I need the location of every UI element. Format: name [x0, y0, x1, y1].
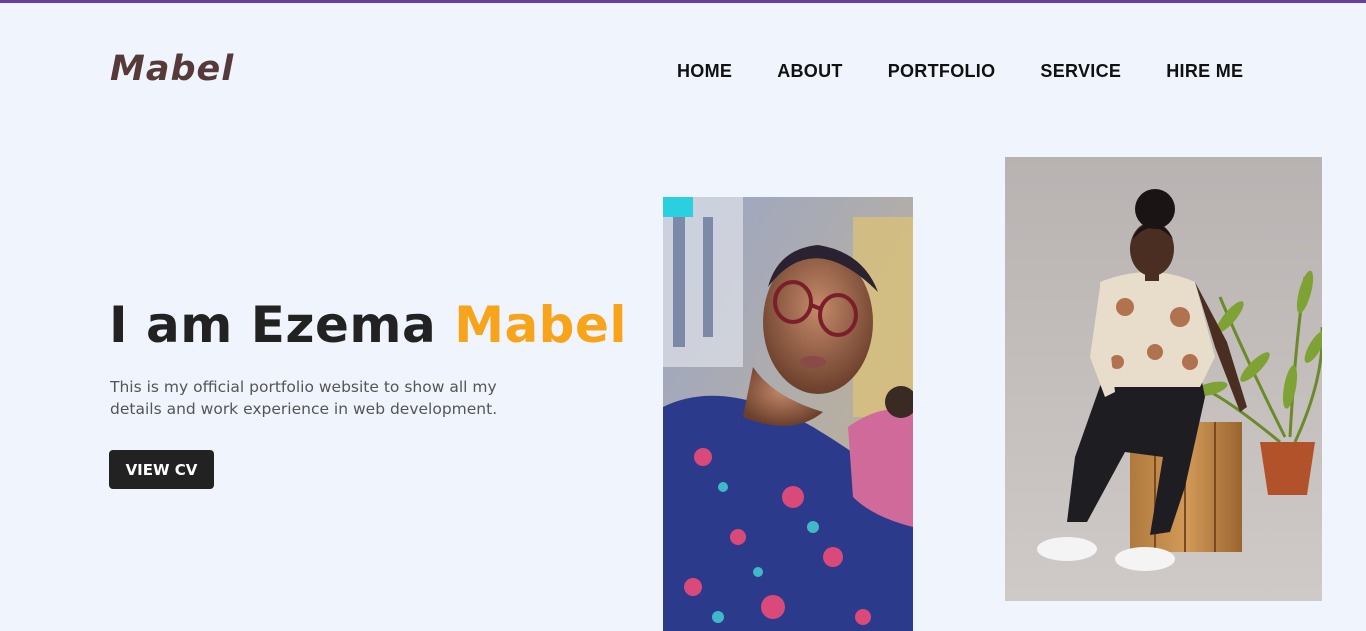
hero-description: This is my official portfolio website to…	[110, 378, 498, 418]
selfie-photo-illustration	[663, 197, 913, 631]
hero-title-prefix: I am Ezema	[109, 296, 455, 354]
nav-home[interactable]: HOME	[677, 61, 732, 82]
nav-service[interactable]: SERVICE	[1040, 61, 1121, 82]
nav-hire-me[interactable]: HIRE ME	[1166, 61, 1243, 82]
studio-photo-illustration	[1005, 157, 1322, 601]
main-nav: HOME ABOUT PORTFOLIO SERVICE HIRE ME	[677, 61, 1243, 82]
nav-portfolio[interactable]: PORTFOLIO	[888, 61, 996, 82]
hero-title-accent: Mabel	[454, 296, 628, 354]
nav-about[interactable]: ABOUT	[777, 61, 843, 82]
hero-title: I am Ezema Mabel	[109, 296, 627, 354]
view-cv-button[interactable]: VIEW CV	[109, 450, 214, 489]
selfie-photo	[663, 197, 913, 631]
studio-photo	[1005, 157, 1322, 601]
site-logo[interactable]: Mabel	[110, 49, 234, 89]
